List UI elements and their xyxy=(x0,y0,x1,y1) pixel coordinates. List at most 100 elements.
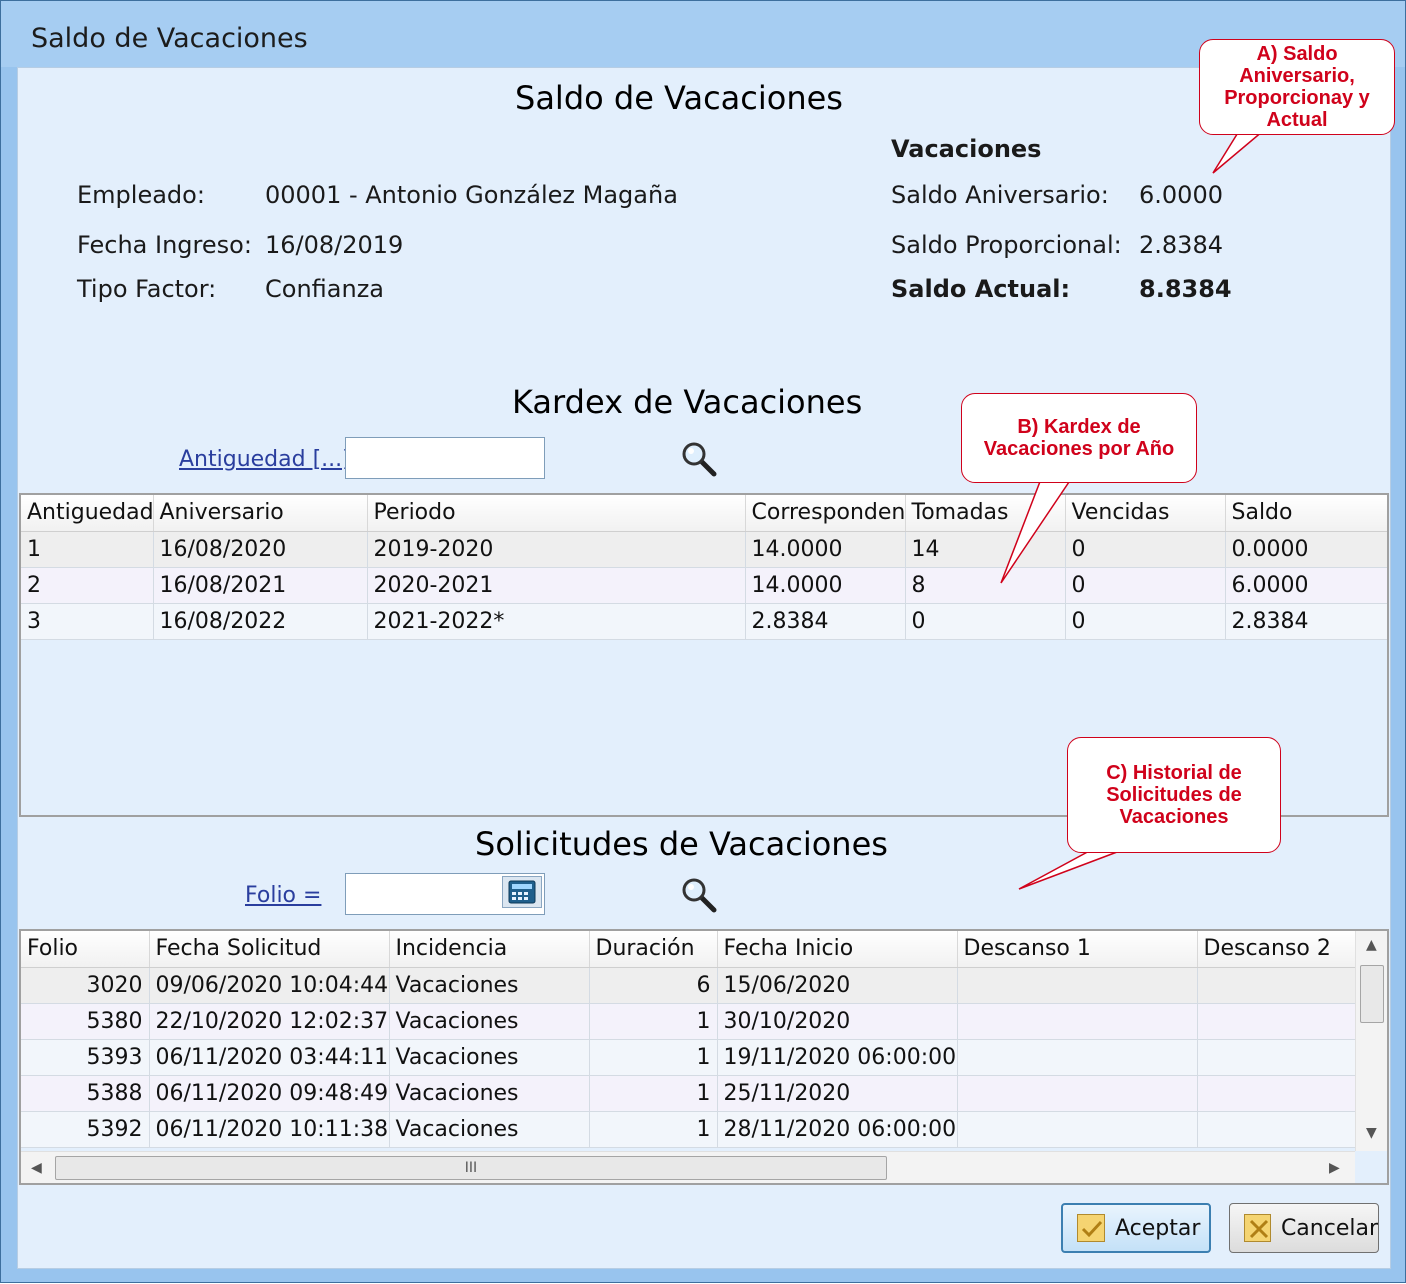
col-saldo[interactable]: Saldo xyxy=(1225,495,1387,532)
col-antiguedad[interactable]: Antiguedad xyxy=(21,495,154,532)
col-fecha-solicitud[interactable]: Fecha Solicitud xyxy=(149,931,390,968)
cell-fecha-inicio: 25/11/2020 xyxy=(717,1075,958,1112)
cell-duracion: 1 xyxy=(589,1075,718,1112)
cell-periodo: 2020-2021 xyxy=(367,567,746,604)
cell-periodo: 2019-2020 xyxy=(367,531,746,568)
col-descanso-2[interactable]: Descanso 2 xyxy=(1197,931,1356,968)
cell-incidencia: Vacaciones xyxy=(389,1111,590,1148)
proportional-balance-value: 2.8384 xyxy=(1139,231,1223,259)
col-fecha-inicio[interactable]: Fecha Inicio xyxy=(717,931,958,968)
vertical-scroll-thumb[interactable] xyxy=(1360,965,1384,1023)
calculator-icon[interactable] xyxy=(502,876,542,908)
cell-descanso-2 xyxy=(1197,1003,1356,1040)
table-row[interactable]: 5388 06/11/2020 09:48:49 a. Vacaciones 1… xyxy=(21,1075,1356,1112)
scroll-right-icon[interactable]: ▶ xyxy=(1329,1160,1340,1176)
hire-date-label: Fecha Ingreso: xyxy=(77,231,252,259)
cell-corresponden: 14.0000 xyxy=(745,567,906,604)
col-aniversario[interactable]: Aniversario xyxy=(153,495,368,532)
cell-periodo: 2021-2022* xyxy=(367,603,746,640)
anniversary-balance-label: Saldo Aniversario: xyxy=(891,181,1109,209)
cell-descanso-1 xyxy=(957,1039,1198,1076)
cell-descanso-2 xyxy=(1197,1111,1356,1148)
current-balance-label: Saldo Actual: xyxy=(891,275,1071,303)
col-periodo[interactable]: Periodo xyxy=(367,495,746,532)
table-row[interactable]: 2 16/08/2021 2020-2021 14.0000 8 0 6.000… xyxy=(21,567,1387,604)
cell-tomadas: 8 xyxy=(905,567,1066,604)
cell-fecha-inicio: 30/10/2020 xyxy=(717,1003,958,1040)
kardex-header-row: Antiguedad Aniversario Periodo Correspon… xyxy=(21,495,1387,532)
col-corresponden[interactable]: Corresponden xyxy=(745,495,906,532)
cell-vencidas: 0 xyxy=(1065,531,1226,568)
cell-fecha-inicio: 28/11/2020 06:00:00 a. xyxy=(717,1111,958,1148)
horizontal-scroll-thumb[interactable]: III xyxy=(55,1156,887,1180)
table-row[interactable]: 3020 09/06/2020 10:04:44 a. Vacaciones 6… xyxy=(21,967,1356,1004)
callout-b: B) Kardex de Vacaciones por Año xyxy=(961,393,1197,483)
col-descanso-1[interactable]: Descanso 1 xyxy=(957,931,1198,968)
window-title: Saldo de Vacaciones xyxy=(31,23,308,54)
title-bar[interactable]: Saldo de Vacaciones xyxy=(1,1,1405,67)
cell-vencidas: 0 xyxy=(1065,603,1226,640)
scroll-up-icon[interactable]: ▲ xyxy=(1366,937,1377,953)
table-row[interactable]: 5380 22/10/2020 12:02:37 p. Vacaciones 1… xyxy=(21,1003,1356,1040)
anniversary-balance-value: 6.0000 xyxy=(1139,181,1223,209)
table-row[interactable]: 3 16/08/2022 2021-2022* 2.8384 0 0 2.838… xyxy=(21,603,1387,640)
cell-incidencia: Vacaciones xyxy=(389,1075,590,1112)
cell-descanso-2 xyxy=(1197,1075,1356,1112)
col-incidencia[interactable]: Incidencia xyxy=(389,931,590,968)
scroll-down-icon[interactable]: ▼ xyxy=(1366,1125,1377,1141)
hire-date-value: 16/08/2019 xyxy=(265,231,404,259)
requests-horizontal-scrollbar[interactable]: ◀ III ▶ xyxy=(21,1151,1355,1183)
cell-descanso-1 xyxy=(957,1075,1198,1112)
folio-filter-link[interactable]: Folio = xyxy=(245,883,321,908)
table-row[interactable]: 5392 06/11/2020 10:11:38 a. Vacaciones 1… xyxy=(21,1111,1356,1148)
folio-filter-field[interactable] xyxy=(345,873,545,915)
cell-antiguedad: 1 xyxy=(21,531,154,568)
cell-duracion: 1 xyxy=(589,1003,718,1040)
cell-saldo: 2.8384 xyxy=(1225,603,1387,640)
cell-folio: 5380 xyxy=(21,1003,150,1040)
cell-fecha-solicitud: 06/11/2020 09:48:49 a. xyxy=(149,1075,390,1112)
cell-folio: 3020 xyxy=(21,967,150,1004)
cell-aniversario: 16/08/2022 xyxy=(153,603,368,640)
antiguedad-filter-link[interactable]: Antiguedad [...] xyxy=(179,447,351,472)
cancel-button[interactable]: Cancelar xyxy=(1229,1203,1379,1253)
requests-title: Solicitudes de Vacaciones xyxy=(475,825,888,863)
cell-corresponden: 2.8384 xyxy=(745,603,906,640)
requests-vertical-scrollbar[interactable]: ▲ ▼ xyxy=(1355,931,1387,1151)
cell-corresponden: 14.0000 xyxy=(745,531,906,568)
cell-descanso-1 xyxy=(957,1003,1198,1040)
accept-button[interactable]: Aceptar xyxy=(1061,1203,1211,1253)
cell-descanso-2 xyxy=(1197,967,1356,1004)
page-title: Saldo de Vacaciones xyxy=(515,79,843,117)
cell-vencidas: 0 xyxy=(1065,567,1226,604)
folio-filter-input[interactable] xyxy=(348,876,498,912)
table-row[interactable]: 5393 06/11/2020 03:44:11 p. Vacaciones 1… xyxy=(21,1039,1356,1076)
factor-label: Tipo Factor: xyxy=(77,275,217,303)
requests-grid[interactable]: Folio Fecha Solicitud Incidencia Duració… xyxy=(19,929,1389,1185)
scroll-left-icon[interactable]: ◀ xyxy=(31,1160,42,1176)
cell-incidencia: Vacaciones xyxy=(389,1003,590,1040)
kardex-search-icon[interactable] xyxy=(681,441,719,479)
col-vencidas[interactable]: Vencidas xyxy=(1065,495,1226,532)
col-tomadas[interactable]: Tomadas xyxy=(905,495,1066,532)
proportional-balance-label: Saldo Proporcional: xyxy=(891,231,1122,259)
cell-folio: 5393 xyxy=(21,1039,150,1076)
antiguedad-filter-input[interactable] xyxy=(345,437,545,479)
cell-fecha-solicitud: 06/11/2020 03:44:11 p. xyxy=(149,1039,390,1076)
cell-fecha-inicio: 15/06/2020 xyxy=(717,967,958,1004)
employee-value: 00001 - Antonio González Magaña xyxy=(265,181,678,209)
requests-table: Folio Fecha Solicitud Incidencia Duració… xyxy=(21,931,1356,1148)
col-folio[interactable]: Folio xyxy=(21,931,150,968)
col-duracion[interactable]: Duración xyxy=(589,931,718,968)
cell-antiguedad: 2 xyxy=(21,567,154,604)
kardex-title: Kardex de Vacaciones xyxy=(512,383,863,421)
requests-search-icon[interactable] xyxy=(681,877,719,915)
cell-incidencia: Vacaciones xyxy=(389,967,590,1004)
cell-fecha-solicitud: 09/06/2020 10:04:44 a. xyxy=(149,967,390,1004)
table-row[interactable]: 1 16/08/2020 2019-2020 14.0000 14 0 0.00… xyxy=(21,531,1387,568)
cancel-button-label: Cancelar xyxy=(1280,1215,1378,1241)
cell-fecha-inicio: 19/11/2020 06:00:00 a. xyxy=(717,1039,958,1076)
callout-a: A) Saldo Aniversario, Proporcionay y Act… xyxy=(1199,39,1395,135)
scroll-grip-label: III xyxy=(464,1160,478,1176)
cell-saldo: 0.0000 xyxy=(1225,531,1387,568)
